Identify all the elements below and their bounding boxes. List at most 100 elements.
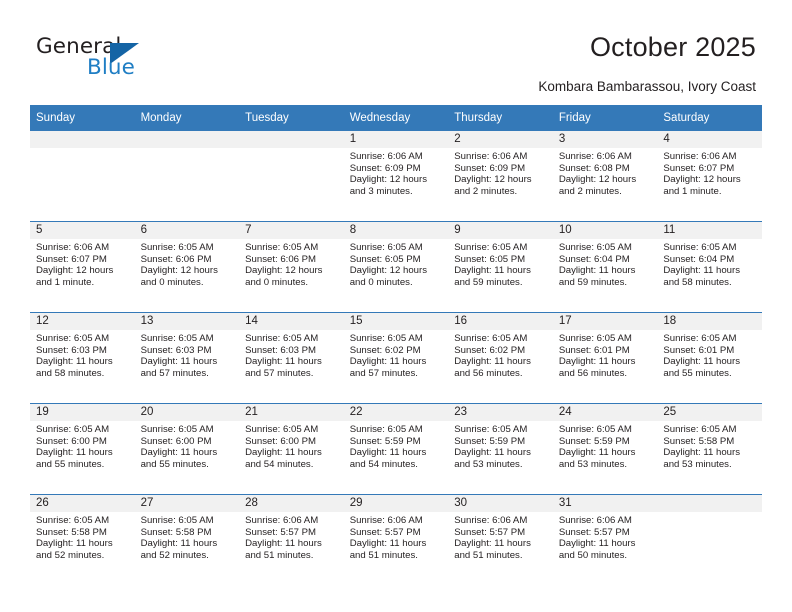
day-number [239,131,344,148]
day-details: Sunrise: 6:05 AM Sunset: 6:03 PM Daylight:… [135,330,240,379]
sunset-text: Sunset: 6:04 PM [558,253,630,265]
calendar-cell-empty [239,130,344,222]
calendar-day-cell[interactable]: 19 Sunrise: 6:05 AM Sunset: 6:00 PM Dayligh… [30,403,135,495]
day-cell-inner: 26 Sunrise: 6:05 AM Sunset: 5:58 PM Dayligh… [30,495,135,585]
daylight-text-line2: and 0 minutes. [140,276,204,288]
calendar-day-cell[interactable]: 3 Sunrise: 6:06 AM Sunset: 6:08 PM Daylight… [552,130,658,222]
day-details: Sunrise: 6:05 AM Sunset: 6:00 PM Daylight:… [30,421,135,470]
sunset-text: Sunset: 6:02 PM [349,344,421,356]
sunrise-text: Sunrise: 6:05 AM [454,424,528,435]
day-details: Sunrise: 6:05 AM Sunset: 6:05 PM Daylight:… [448,239,553,288]
calendar-day-cell[interactable]: 16 Sunrise: 6:05 AM Sunset: 6:02 PM Dayligh… [448,312,553,404]
day-number: 14 [239,313,344,330]
day-number: 15 [343,313,449,330]
calendar-day-cell[interactable]: 30 Sunrise: 6:06 AM Sunset: 5:57 PM Dayligh… [448,494,553,585]
day-details: Sunrise: 6:05 AM Sunset: 6:06 PM Daylight:… [135,239,240,288]
day-details: Sunrise: 6:05 AM Sunset: 6:00 PM Daylight:… [135,421,240,470]
day-number: 18 [657,313,762,330]
day-cell-inner: 14 Sunrise: 6:05 AM Sunset: 6:03 PM Dayligh… [239,313,344,403]
daylight-text-line2: and 58 minutes. [36,367,105,379]
daylight-text-line1: Daylight: 11 hours [140,538,218,550]
calendar-day-cell[interactable]: 6 Sunrise: 6:05 AM Sunset: 6:06 PM Daylight… [134,221,240,313]
day-cell-inner: 15 Sunrise: 6:05 AM Sunset: 6:02 PM Dayligh… [343,313,449,403]
calendar-day-cell[interactable]: 17 Sunrise: 6:05 AM Sunset: 6:01 PM Dayligh… [552,312,658,404]
day-details: Sunrise: 6:05 AM Sunset: 6:00 PM Daylight:… [239,421,344,470]
calendar-day-cell[interactable]: 5 Sunrise: 6:06 AM Sunset: 6:07 PM Daylight… [30,221,135,313]
day-number [134,131,240,148]
day-cell-inner: 7 Sunrise: 6:05 AM Sunset: 6:06 PM Daylight… [239,222,344,312]
calendar-day-cell[interactable]: 28 Sunrise: 6:06 AM Sunset: 5:57 PM Dayligh… [239,494,344,585]
daylight-text-line1: Daylight: 11 hours [245,538,322,550]
sunset-text: Sunset: 6:03 PM [140,344,212,356]
daylight-text-line1: Daylight: 12 hours [245,265,323,277]
calendar-body: 1 Sunrise: 6:06 AM Sunset: 6:09 PM Daylight… [30,130,762,585]
calendar-day-cell[interactable]: 27 Sunrise: 6:05 AM Sunset: 5:58 PM Dayligh… [134,494,240,585]
calendar-day-cell[interactable]: 1 Sunrise: 6:06 AM Sunset: 6:09 PM Daylight… [343,130,449,222]
day-number: 20 [134,404,240,421]
daylight-text-line1: Daylight: 11 hours [558,538,636,550]
day-details: Sunrise: 6:05 AM Sunset: 6:02 PM Daylight:… [344,330,449,379]
daylight-text-line1: Daylight: 11 hours [454,265,531,277]
day-cell-inner: 13 Sunrise: 6:05 AM Sunset: 6:03 PM Dayligh… [134,313,240,403]
calendar-day-cell[interactable]: 10 Sunrise: 6:05 AM Sunset: 6:04 PM Dayligh… [552,221,658,313]
sunset-text: Sunset: 6:01 PM [558,344,630,356]
day-details: Sunrise: 6:06 AM Sunset: 5:57 PM Daylight:… [553,512,658,561]
sunset-text: Sunset: 5:59 PM [349,435,421,447]
calendar-day-cell[interactable]: 12 Sunrise: 6:05 AM Sunset: 6:03 PM Dayligh… [30,312,135,404]
sunrise-text: Sunrise: 6:05 AM [245,424,319,435]
calendar-day-cell[interactable]: 15 Sunrise: 6:05 AM Sunset: 6:02 PM Dayligh… [343,312,449,404]
daylight-text-line2: and 3 minutes. [349,185,413,197]
daylight-text-line2: and 51 minutes. [454,549,523,561]
calendar-day-cell[interactable]: 31 Sunrise: 6:06 AM Sunset: 5:57 PM Dayligh… [552,494,658,585]
calendar-day-cell[interactable]: 9 Sunrise: 6:05 AM Sunset: 6:05 PM Daylight… [448,221,553,313]
calendar-day-cell[interactable]: 8 Sunrise: 6:05 AM Sunset: 6:05 PM Daylight… [343,221,449,313]
daylight-text-line1: Daylight: 12 hours [349,174,428,186]
day-number: 16 [448,313,553,330]
calendar-day-cell[interactable]: 29 Sunrise: 6:06 AM Sunset: 5:57 PM Dayligh… [343,494,449,585]
day-number: 23 [448,404,553,421]
sunset-text: Sunset: 6:09 PM [454,162,526,174]
sunset-text: Sunset: 5:57 PM [349,526,421,538]
calendar-day-cell[interactable]: 21 Sunrise: 6:05 AM Sunset: 6:00 PM Dayligh… [239,403,344,495]
day-number: 26 [30,495,135,512]
day-number: 17 [552,313,658,330]
daylight-text-line2: and 50 minutes. [558,549,628,561]
page-title: October 2025 [589,32,756,62]
calendar-day-cell[interactable]: 22 Sunrise: 6:05 AM Sunset: 5:59 PM Dayligh… [343,403,449,495]
calendar-day-cell[interactable]: 7 Sunrise: 6:05 AM Sunset: 6:06 PM Daylight… [239,221,344,313]
calendar-day-cell[interactable]: 23 Sunrise: 6:05 AM Sunset: 5:59 PM Dayligh… [448,403,553,495]
calendar-day-cell[interactable]: 14 Sunrise: 6:05 AM Sunset: 6:03 PM Dayligh… [239,312,344,404]
day-details: Sunrise: 6:05 AM Sunset: 5:58 PM Daylight:… [657,421,762,470]
calendar-day-cell[interactable]: 24 Sunrise: 6:05 AM Sunset: 5:59 PM Dayligh… [552,403,658,495]
calendar-day-cell[interactable]: 26 Sunrise: 6:05 AM Sunset: 5:58 PM Dayligh… [30,494,135,585]
calendar-day-cell[interactable]: 11 Sunrise: 6:05 AM Sunset: 6:04 PM Dayligh… [657,221,762,313]
day-cell-inner: 10 Sunrise: 6:05 AM Sunset: 6:04 PM Dayligh… [552,222,658,312]
day-cell-inner [657,495,762,585]
sunset-text: Sunset: 5:57 PM [245,526,317,538]
day-cell-inner: 16 Sunrise: 6:05 AM Sunset: 6:02 PM Dayligh… [448,313,553,403]
calendar-day-cell[interactable]: 4 Sunrise: 6:06 AM Sunset: 6:07 PM Daylight… [657,130,762,222]
sunrise-text: Sunrise: 6:05 AM [140,515,214,526]
daylight-text-line1: Daylight: 11 hours [140,447,218,459]
sunset-text: Sunset: 6:06 PM [245,253,317,265]
calendar-day-cell[interactable]: 2 Sunrise: 6:06 AM Sunset: 6:09 PM Daylight… [448,130,553,222]
calendar-day-cell[interactable]: 25 Sunrise: 6:05 AM Sunset: 5:58 PM Dayligh… [657,403,762,495]
sunrise-text: Sunrise: 6:05 AM [140,424,214,435]
daylight-text-line1: Daylight: 12 hours [349,265,428,277]
daylight-text-line1: Daylight: 12 hours [663,174,741,186]
day-number: 31 [552,495,658,512]
sunset-text: Sunset: 5:57 PM [558,526,630,538]
daylight-text-line2: and 54 minutes. [349,458,418,470]
calendar-day-cell[interactable]: 13 Sunrise: 6:05 AM Sunset: 6:03 PM Dayligh… [134,312,240,404]
daylight-text-line2: and 0 minutes. [245,276,309,288]
calendar-day-cell[interactable]: 20 Sunrise: 6:05 AM Sunset: 6:00 PM Dayligh… [134,403,240,495]
sunrise-text: Sunrise: 6:05 AM [140,333,214,344]
daylight-text-line1: Daylight: 12 hours [558,174,637,186]
calendar-cell-empty [657,494,762,585]
sunrise-text: Sunrise: 6:06 AM [663,151,737,162]
daylight-text-line2: and 1 minute. [663,185,722,197]
sunrise-text: Sunrise: 6:06 AM [349,515,423,526]
calendar-day-cell[interactable]: 18 Sunrise: 6:05 AM Sunset: 6:01 PM Dayligh… [657,312,762,404]
day-number: 27 [134,495,240,512]
day-details: Sunrise: 6:05 AM Sunset: 5:58 PM Daylight:… [135,512,240,561]
